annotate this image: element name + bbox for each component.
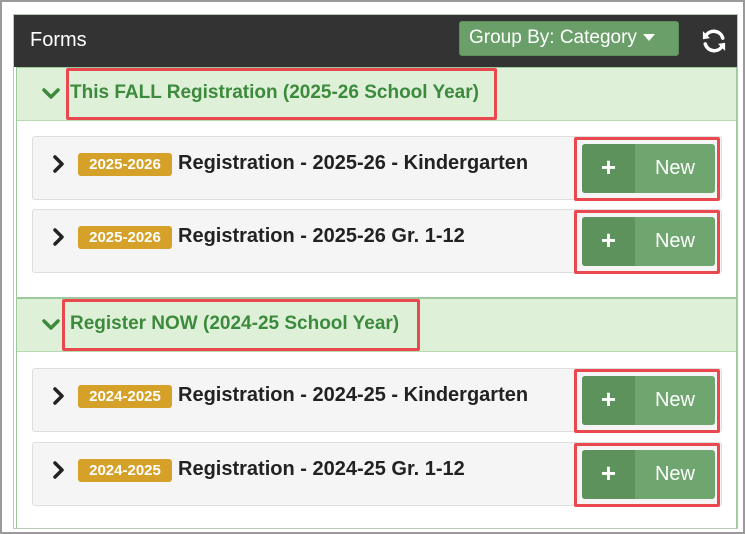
category-fall-registration: This FALL Registration (2025-26 School Y… (16, 67, 737, 298)
new-button-label: New (654, 157, 695, 179)
form-row: 2024-2025 Registration - 2024-25 - Kinde… (32, 368, 722, 433)
group-by-dropdown[interactable]: Group By: Category (459, 21, 679, 56)
forms-panel: Forms Group By: Category This FALL Regis… (13, 14, 738, 529)
category-header[interactable]: Register NOW (2024-25 School Year) (17, 299, 736, 352)
new-button-label: New (654, 463, 695, 485)
plus-icon: + (582, 217, 635, 266)
new-form-button[interactable]: + New (582, 217, 715, 266)
category-register-now: Register NOW (2024-25 School Year) 2024-… (16, 298, 737, 528)
plus-icon: + (582, 376, 635, 425)
form-row: 2024-2025 Registration - 2024-25 Gr. 1-1… (32, 442, 722, 507)
form-name[interactable]: Registration - 2025-26 Gr. 1-12 (178, 225, 465, 248)
school-year-badge: 2025-2026 (78, 153, 172, 176)
new-form-button[interactable]: + New (582, 450, 715, 499)
chevron-right-icon[interactable] (52, 386, 66, 406)
form-row: 2025-2026 Registration - 2025-26 - Kinde… (32, 136, 722, 201)
form-row: 2025-2026 Registration - 2025-26 Gr. 1-1… (32, 209, 722, 274)
highlight-box: + New (574, 369, 720, 433)
new-button-label: New (654, 389, 695, 411)
chevron-right-icon[interactable] (52, 460, 66, 480)
category-header[interactable]: This FALL Registration (2025-26 School Y… (17, 68, 736, 121)
plus-icon: + (582, 450, 635, 499)
plus-icon: + (582, 144, 635, 193)
chevron-down-icon (42, 319, 60, 330)
chevron-right-icon[interactable] (52, 227, 66, 247)
highlight-box: + New (574, 443, 720, 507)
form-name[interactable]: Registration - 2025-26 - Kindergarten (178, 152, 528, 175)
panel-header: Forms Group By: Category (14, 15, 737, 67)
panel-title: Forms (30, 29, 87, 51)
form-name[interactable]: Registration - 2024-25 Gr. 1-12 (178, 458, 465, 481)
refresh-icon[interactable] (700, 27, 728, 55)
category-title: Register NOW (2024-25 School Year) (70, 313, 400, 334)
new-form-button[interactable]: + New (582, 144, 715, 193)
new-form-button[interactable]: + New (582, 376, 715, 425)
chevron-down-icon (42, 88, 60, 99)
highlight-box: + New (574, 137, 720, 201)
school-year-badge: 2025-2026 (78, 226, 172, 249)
chevron-right-icon[interactable] (52, 154, 66, 174)
caret-down-icon (642, 34, 655, 42)
category-title: This FALL Registration (2025-26 School Y… (70, 82, 479, 103)
group-by-label: Group By: Category (469, 27, 637, 48)
school-year-badge: 2024-2025 (78, 385, 172, 408)
form-name[interactable]: Registration - 2024-25 - Kindergarten (178, 384, 528, 407)
screenshot-frame: Forms Group By: Category This FALL Regis… (0, 0, 745, 534)
new-button-label: New (654, 230, 695, 252)
school-year-badge: 2024-2025 (78, 459, 172, 482)
highlight-box: + New (574, 210, 720, 274)
